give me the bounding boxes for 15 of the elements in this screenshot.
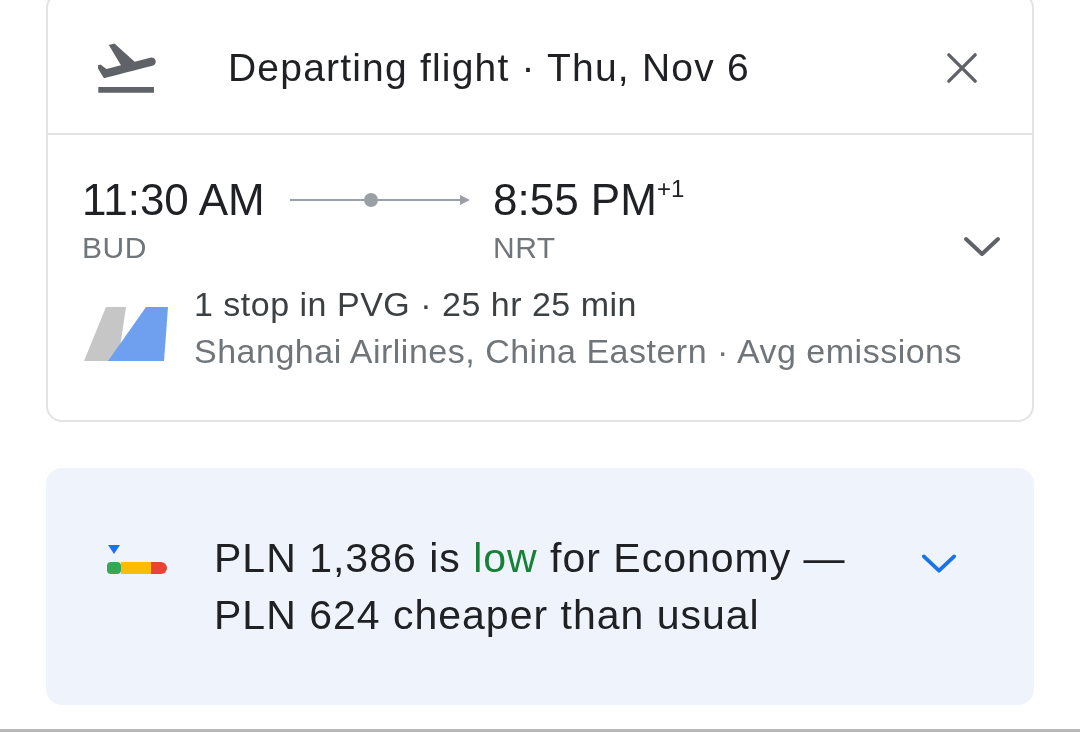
arrival-airport: NRT [493,231,557,265]
airlines-emissions: Shanghai Airlines, China Eastern · Avg emissions [194,332,962,371]
departure-time: 11:30 AM [82,175,266,225]
departure-airport: BUD [82,231,148,265]
stops-duration: 1 stop in PVG · 25 hr 25 min [194,285,638,324]
route-arrow-icon [290,193,470,207]
expand-button[interactable] [962,235,1002,259]
close-button[interactable] [946,51,978,84]
flight-title: Departing flight · Thu, Nov 6 [228,45,751,90]
price-insight-text: PLN 1,386 is low for Economy — PLN 624 cheaper than usual [214,533,847,640]
expand-button[interactable] [920,552,958,576]
price-meter-icon [107,544,167,577]
arrival-time: 8:55 PM$^{+1}$ [493,175,686,225]
plane-takeoff-icon [98,42,156,93]
airline-tail-icon [84,307,168,361]
